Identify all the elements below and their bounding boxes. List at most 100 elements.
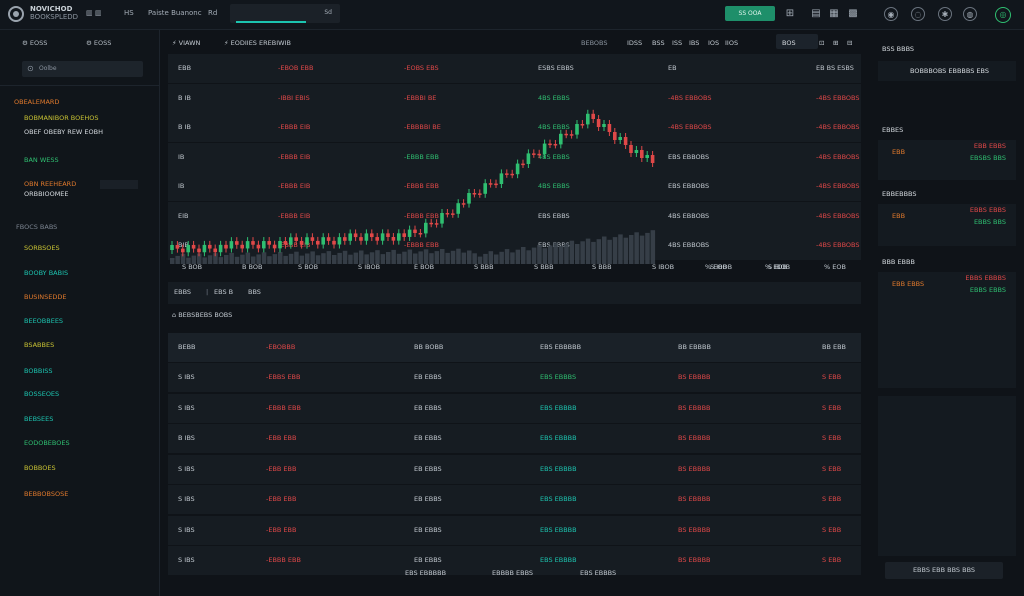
price-chart[interactable] bbox=[168, 90, 668, 266]
sidebar-item[interactable]: BEBBOBSOSE bbox=[24, 490, 68, 498]
notification-icon[interactable]: ◌ bbox=[911, 7, 925, 21]
interval-button[interactable]: IDSS bbox=[627, 39, 642, 47]
candle-body bbox=[510, 173, 514, 176]
fullscreen-icon[interactable]: ⊞ bbox=[833, 39, 838, 47]
sidebar-item[interactable]: BEBSEES bbox=[24, 415, 53, 423]
tab-table-2[interactable]: EBS B bbox=[214, 288, 233, 296]
candle-body bbox=[650, 155, 655, 163]
panel-section[interactable]: EBB EBBS EBBS EBBBS EBBS EBBS bbox=[878, 272, 1016, 388]
settings-icon[interactable]: ✱ bbox=[938, 7, 952, 21]
sidebar-item[interactable]: FBOCS BABS bbox=[16, 223, 57, 231]
nav-item[interactable]: Rd bbox=[208, 9, 217, 17]
table-cell: S IBS bbox=[178, 464, 195, 473]
candle-body bbox=[299, 240, 304, 245]
panel-section[interactable] bbox=[878, 396, 1016, 556]
table-cell: S EBB bbox=[822, 556, 842, 564]
interval-button[interactable]: BEBOBS bbox=[581, 39, 608, 47]
sidebar-item[interactable]: OBN REEHEARD bbox=[24, 180, 76, 188]
pair-label[interactable]: ⚡ VIAWN bbox=[172, 39, 200, 47]
table-cell: BS EBBBB bbox=[678, 434, 711, 442]
table-row[interactable]: S IBS -EBB EBB EB EBBS EBS EBBBB BS EBBBB S E… bbox=[168, 485, 861, 514]
candle-body bbox=[499, 173, 504, 184]
login-button[interactable]: SS OOA bbox=[725, 6, 775, 21]
globe-icon[interactable]: ◎ bbox=[995, 7, 1011, 23]
sidebar-item[interactable]: BEEOBBEES bbox=[24, 317, 63, 325]
sidebar-item[interactable]: BOSSEOES bbox=[24, 390, 59, 398]
table-row[interactable]: S IBS -EBBB EBB EB EBBS EBS EBBBB BS EBBBB S … bbox=[168, 393, 861, 423]
nav-item[interactable]: HS bbox=[124, 9, 134, 17]
tab-table-1[interactable]: EBBS bbox=[174, 288, 191, 296]
candle-body bbox=[348, 233, 352, 241]
sidebar: ⚙ EOSS ⚙ EOSS ⊙ Oolbe OBEALEMARD BOBMANIB… bbox=[0, 30, 160, 596]
table-row[interactable]: S IBS -EBB EBB EB EBBS EBS EBBBB BS EBBBB S E… bbox=[168, 515, 861, 545]
pager-link[interactable]: EBS EBBBS bbox=[580, 569, 616, 577]
sidebar-item[interactable]: BOBMANIBOR BOEHOS bbox=[24, 114, 99, 122]
nav-item[interactable]: ▥ ▥ bbox=[86, 9, 101, 17]
sidebar-item[interactable]: OBEF OBEBY REW EOBH bbox=[24, 128, 103, 136]
interval-button[interactable]: IIOS bbox=[725, 39, 738, 47]
wallet-icon[interactable]: ◍ bbox=[963, 7, 977, 21]
table-cell: EB EBBS bbox=[414, 495, 442, 503]
candle-body bbox=[591, 113, 595, 119]
table-row[interactable]: S IBS -EBB EBB EB EBBS EBS EBBBB BS EBBBB S E… bbox=[168, 454, 861, 484]
table-row[interactable]: B IBS -EBB EBB EB EBBS EBS EBBBB BS EBBBB S E… bbox=[168, 424, 861, 453]
chat-icon[interactable]: ▩ bbox=[846, 7, 860, 21]
sidebar-item[interactable]: EODOBEBOES bbox=[24, 439, 70, 447]
table-header-cell: BEBB bbox=[178, 343, 196, 351]
table-cell: BS EBBBB bbox=[678, 495, 711, 503]
settings-icon[interactable]: ⊡ bbox=[819, 39, 824, 47]
chart-row[interactable]: EBB -EBOB EBB -EOBS EBS ESBS EBBS EB EB BS ES… bbox=[168, 54, 861, 84]
pager-link[interactable]: EBS EBBBBB bbox=[405, 569, 446, 577]
axis-tick-label: S BOB bbox=[182, 263, 203, 271]
panel-section[interactable]: EBB EBB EBBS EBSBS BBS bbox=[878, 140, 1016, 180]
interval-button[interactable]: ISS bbox=[672, 39, 682, 47]
panel-search[interactable]: BOBBBOBS EBBBBS EBS bbox=[878, 61, 1016, 81]
table-cell: EB EBBS bbox=[414, 434, 442, 442]
volume-bar bbox=[645, 232, 650, 264]
logo-icon[interactable] bbox=[8, 6, 24, 22]
panel-section[interactable]: EBB EBBS EBBS EBBS BBS bbox=[878, 204, 1016, 246]
interval-button[interactable]: IBS bbox=[689, 39, 699, 47]
tab-left[interactable]: ⚙ EOSS bbox=[22, 39, 47, 47]
news-icon[interactable]: ▤ bbox=[809, 7, 823, 21]
more-icon[interactable]: ⊟ bbox=[847, 39, 852, 47]
axis-tick-label: % EOB bbox=[765, 263, 787, 271]
sidebar-item[interactable]: BUSINSEDDE bbox=[24, 293, 66, 301]
chart-cell: ESBS EBBS bbox=[538, 64, 574, 72]
tab-table-3[interactable]: BBS bbox=[248, 288, 261, 296]
sidebar-item[interactable]: BAN WESS bbox=[24, 156, 59, 164]
table-cell: S IBS bbox=[178, 556, 195, 564]
table-header-row: BEBB -EBOBBB BB BOBB EBS EBBBBB BB EBBBB BB E… bbox=[168, 333, 861, 362]
interval-button[interactable]: IOS bbox=[708, 39, 719, 47]
sidebar-item[interactable]: BOBBOES bbox=[24, 464, 56, 472]
sidebar-search-input[interactable]: ⊙ Oolbe bbox=[22, 61, 143, 77]
sidebar-item[interactable]: OBEALEMARD bbox=[14, 98, 59, 106]
table-cell: EBS EBBBB bbox=[540, 464, 577, 473]
interval-button[interactable]: BSS bbox=[652, 39, 665, 47]
list-icon[interactable]: ▦ bbox=[827, 7, 841, 21]
candle-body bbox=[580, 124, 585, 126]
sidebar-item[interactable]: ORBBIOOMEE bbox=[24, 190, 69, 198]
table-row[interactable]: S IBS -EBBS EBB EB EBBS EBS EBBBS BS EBBBB S … bbox=[168, 363, 861, 392]
sidebar-item[interactable]: BOBBISS bbox=[24, 367, 53, 375]
top-search-input[interactable]: Sd bbox=[230, 4, 340, 23]
sidebar-item[interactable]: SORBSOES bbox=[24, 244, 60, 252]
profile-icon[interactable]: ◉ bbox=[884, 7, 898, 21]
candle-body bbox=[359, 237, 363, 241]
candle-body bbox=[191, 244, 196, 249]
panel-action-button[interactable]: EBBS EBB BBS BBS bbox=[885, 562, 1003, 579]
chart-cell: -4BS EBBOBS bbox=[816, 152, 860, 161]
interval-button-active[interactable]: BOS bbox=[782, 39, 796, 47]
candle-body bbox=[364, 233, 369, 241]
candle-body bbox=[218, 244, 223, 253]
stats-icon[interactable]: ⊞ bbox=[783, 7, 797, 21]
chart-cell: EBS EBBOBS bbox=[668, 152, 710, 161]
sidebar-item[interactable]: BSABBES bbox=[24, 341, 54, 349]
volume-bar bbox=[391, 249, 396, 264]
tab-right[interactable]: ⚙ EOSS bbox=[86, 39, 111, 47]
sidebar-item[interactable]: BOOBY BABIS bbox=[24, 269, 68, 277]
nav-item[interactable]: Paiste Buanonc bbox=[148, 9, 202, 17]
candle-body bbox=[370, 233, 374, 238]
pager-link[interactable]: EBBBB EBBS bbox=[492, 569, 533, 577]
candle-body bbox=[418, 233, 423, 235]
